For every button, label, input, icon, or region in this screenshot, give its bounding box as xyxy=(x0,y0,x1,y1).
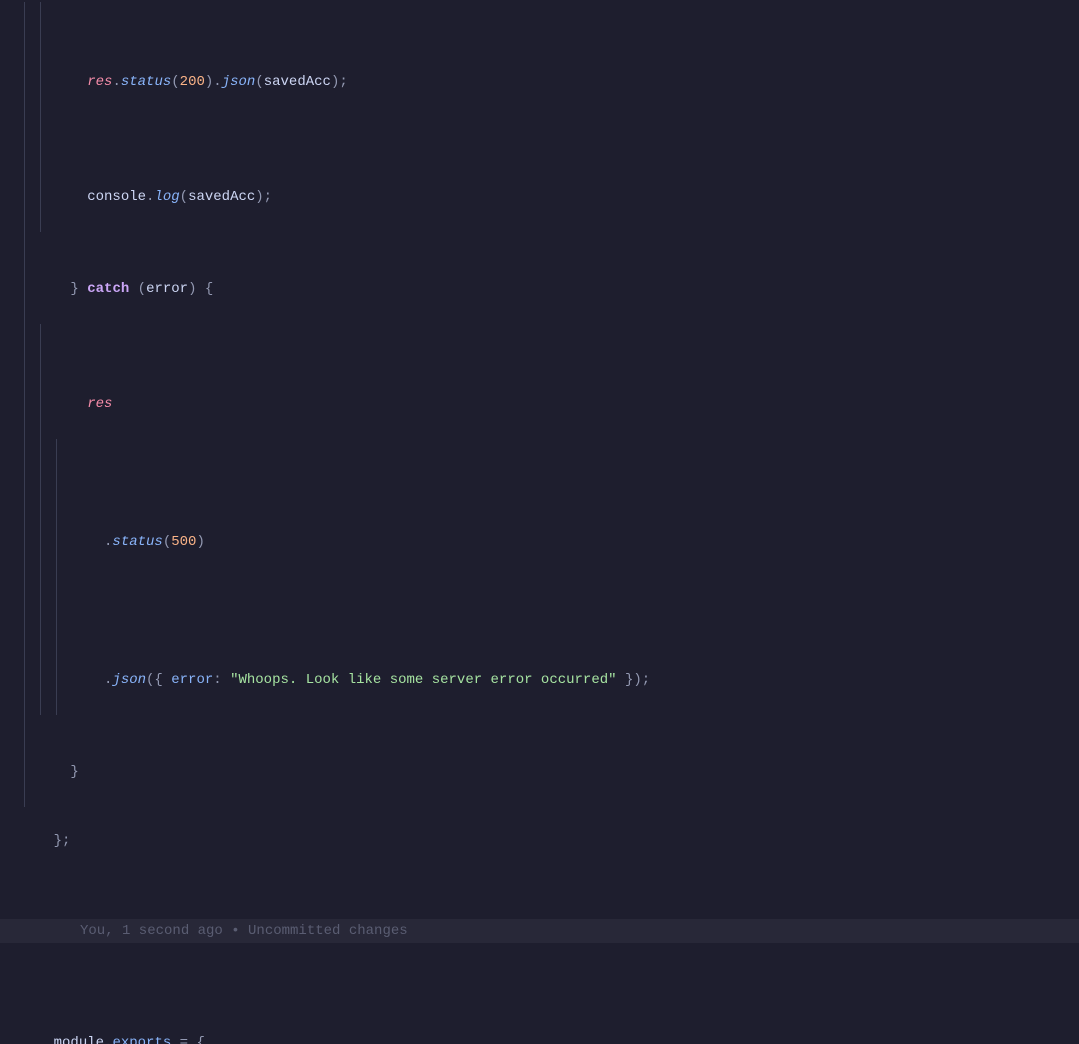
code-line[interactable]: .json({ error: "Whoops. Look like some s… xyxy=(0,577,1079,715)
keyword-catch: catch xyxy=(87,281,129,297)
param-error: error xyxy=(146,281,188,297)
method-log: log xyxy=(154,189,179,205)
identifier: savedAcc xyxy=(188,189,255,205)
number-literal: 200 xyxy=(180,74,205,90)
identifier-res: res xyxy=(87,396,112,412)
operator-equals: = xyxy=(180,1035,188,1044)
brace: }; xyxy=(54,833,71,849)
brace: { xyxy=(205,281,213,297)
method-status: status xyxy=(121,74,171,90)
code-line[interactable]: .status(500) xyxy=(0,439,1079,577)
code-line[interactable]: console.log(savedAcc); xyxy=(0,117,1079,232)
string-literal: "Whoops. Look like some server error occ… xyxy=(230,672,616,688)
brace: } xyxy=(54,764,79,780)
blank-line[interactable] xyxy=(0,963,1079,986)
code-editor[interactable]: res.status(200).json(savedAcc); console.… xyxy=(0,0,1079,1044)
code-line[interactable]: } xyxy=(0,715,1079,807)
code-line[interactable]: res.status(200).json(savedAcc); xyxy=(0,2,1079,117)
code-line[interactable]: } catch (error) { xyxy=(0,232,1079,324)
property-error: error xyxy=(171,672,213,688)
code-line[interactable]: }; xyxy=(0,807,1079,876)
method-status: status xyxy=(112,534,162,550)
method-json: json xyxy=(112,672,146,688)
identifier-console: console xyxy=(87,189,146,205)
brace: { xyxy=(196,1035,204,1044)
code-line[interactable]: res xyxy=(0,324,1079,439)
method-json: json xyxy=(222,74,256,90)
brace: } xyxy=(70,281,78,297)
identifier-module: module xyxy=(54,1035,104,1044)
blank-line[interactable] xyxy=(0,876,1079,899)
identifier-res: res xyxy=(87,74,112,90)
gitlens-annotation: You, 1 second ago • Uncommitted changes xyxy=(0,919,1079,943)
property-exports: exports xyxy=(112,1035,171,1044)
code-line[interactable]: module.exports = { xyxy=(0,1009,1079,1044)
number-literal: 500 xyxy=(171,534,196,550)
identifier: savedAcc xyxy=(264,74,331,90)
gitlens-text: You, 1 second ago • Uncommitted changes xyxy=(80,923,408,939)
blank-line[interactable] xyxy=(0,986,1079,1009)
